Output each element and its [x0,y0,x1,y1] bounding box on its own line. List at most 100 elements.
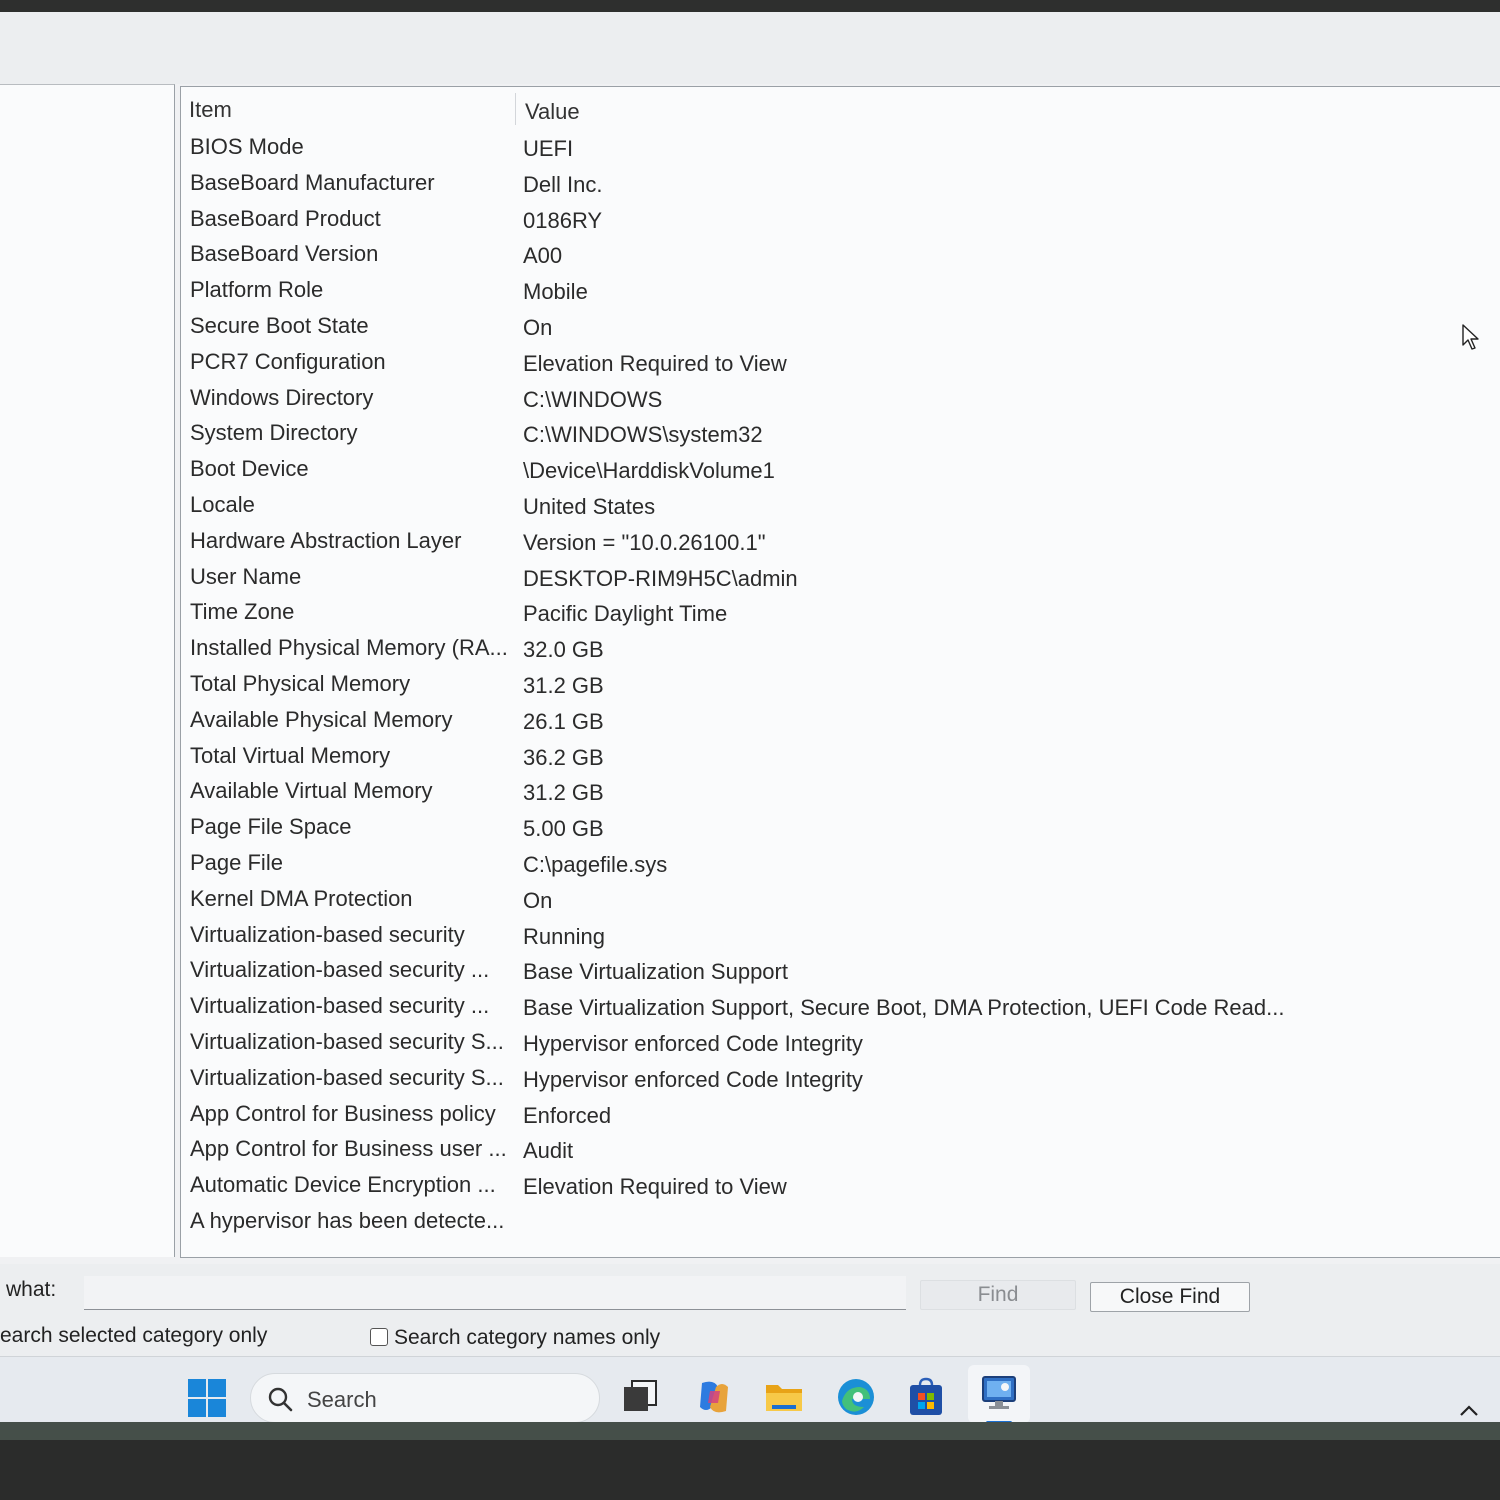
file-explorer-icon[interactable] [764,1377,804,1417]
column-header-item[interactable]: Item [189,97,232,123]
table-row[interactable]: Virtualization-based security ... Base Vi… [181,988,1500,1024]
row-value-cell: \Device\HarddiskVolume1 [523,458,775,484]
taskbar-search-box[interactable]: Search [250,1373,600,1422]
table-row[interactable]: App Control for Business policy Enforced [181,1096,1500,1132]
row-item-cell: PCR7 Configuration [190,348,386,374]
table-row[interactable]: PCR7 Configuration Elevation Required to … [181,344,1500,380]
row-item-cell: Kernel DMA Protection [190,885,413,911]
table-row[interactable]: Secure Boot State On [181,308,1500,344]
search-category-names-option[interactable]: Search category names only [370,1326,660,1350]
windows-start-icon[interactable] [188,1379,226,1417]
row-item-cell: Virtualization-based security [190,921,465,947]
table-row[interactable]: Locale United States [181,487,1500,523]
table-row[interactable]: App Control for Business user ... Audit [181,1131,1500,1167]
row-value-cell: Elevation Required to View [523,1174,787,1200]
row-value-cell: 0186RY [523,207,603,233]
table-row[interactable]: Virtualization-based security S... Hyperv… [181,1024,1500,1060]
table-row[interactable]: System Directory C:\WINDOWS\system32 [181,415,1500,451]
search-selected-category-option[interactable]: earch selected category only [0,1324,267,1348]
table-row[interactable]: BaseBoard Manufacturer Dell Inc. [181,165,1500,201]
column-header-value[interactable]: Value [525,99,580,125]
row-item-cell: BaseBoard Manufacturer [190,169,435,195]
find-button[interactable]: Find [920,1280,1076,1310]
store-icon[interactable] [906,1377,946,1417]
row-item-cell: Available Virtual Memory [190,778,433,804]
row-value-cell: 32.0 GB [523,637,604,663]
copilot-icon[interactable] [694,1377,734,1417]
chevron-up-icon[interactable] [1458,1403,1480,1417]
system-information-taskbar-button[interactable] [968,1365,1030,1422]
find-what-input[interactable] [84,1276,906,1310]
table-row[interactable]: Installed Physical Memory (RA... 32.0 GB [181,630,1500,666]
taskbar-search-label: Search [307,1387,377,1412]
monitor-bezel-top [0,0,1500,12]
list-rows: BIOS Mode UEFI BaseBoard Manufacturer Dell … [181,129,1500,1239]
table-row[interactable]: Windows Directory C:\WINDOWS [181,380,1500,416]
table-row[interactable]: Boot Device \Device\HarddiskVolume1 [181,451,1500,487]
row-item-cell: Windows Directory [190,384,374,410]
row-value-cell: UEFI [523,136,574,161]
row-item-cell: Virtualization-based security ... [190,993,490,1019]
row-item-cell: App Control for Business policy [190,1100,496,1126]
row-item-cell: Total Physical Memory [190,670,411,696]
table-row[interactable]: Automatic Device Encryption ... Elevation… [181,1167,1500,1203]
row-item-cell: Virtualization-based security ... [190,957,490,983]
table-row[interactable]: Page File Space 5.00 GB [181,809,1500,845]
row-item-cell: User Name [190,563,302,589]
window-top-area [0,12,1500,84]
search-category-names-checkbox[interactable] [370,1328,388,1346]
table-row[interactable]: Virtualization-based security ... Base Vi… [181,952,1500,988]
row-item-cell: Available Physical Memory [190,706,453,732]
table-row[interactable]: Total Virtual Memory 36.2 GB [181,738,1500,774]
table-row[interactable]: Available Virtual Memory 31.2 GB [181,773,1500,809]
table-row[interactable]: Virtualization-based security Running [181,917,1500,953]
row-value-cell: Enforced [523,1102,612,1128]
category-tree-pane[interactable] [0,84,175,1257]
close-find-button[interactable]: Close Find [1090,1282,1250,1312]
taskbar: Search [0,1356,1500,1422]
monitor-bezel-edge [0,1422,1500,1440]
screen: Item Value BIOS Mode UEFI BaseBoard Manufa… [0,12,1500,1422]
table-row[interactable]: A hypervisor has been detecte... [181,1203,1500,1239]
table-row[interactable]: Total Physical Memory 31.2 GB [181,666,1500,702]
table-row[interactable]: BaseBoard Version A00 [181,236,1500,272]
row-item-cell: Automatic Device Encryption ... [190,1172,496,1198]
row-value-cell: A00 [523,243,563,269]
table-row[interactable]: Platform Role Mobile [181,272,1500,308]
edge-icon[interactable] [836,1377,876,1417]
table-row[interactable]: Hardware Abstraction Layer Version = "10.… [181,523,1500,559]
row-value-cell: DESKTOP-RIM9H5C\admin [523,565,798,591]
row-value-cell: Elevation Required to View [523,350,787,376]
table-row[interactable]: Available Physical Memory 26.1 GB [181,702,1500,738]
table-row[interactable]: Page File C:\pagefile.sys [181,845,1500,881]
table-row[interactable]: Virtualization-based security S... Hyperv… [181,1060,1500,1096]
row-item-cell: Hardware Abstraction Layer [190,527,462,553]
task-view-icon[interactable] [620,1377,660,1417]
row-item-cell: BaseBoard Version [190,241,379,267]
row-item-cell: App Control for Business user ... [190,1136,507,1162]
table-row[interactable]: Kernel DMA Protection On [181,881,1500,917]
row-item-cell: Virtualization-based security S... [190,1064,504,1090]
table-row[interactable]: BIOS Mode UEFI [181,129,1500,165]
row-value-cell: Pacific Daylight Time [523,601,728,627]
row-item-cell: A hypervisor has been detecte... [190,1207,505,1233]
row-value-cell: Running [523,923,605,949]
row-item-cell: Page File [190,849,283,875]
row-value-cell: C:\pagefile.sys [523,851,668,877]
table-row[interactable]: BaseBoard Product 0186RY [181,201,1500,237]
row-item-cell: System Directory [190,420,358,446]
row-value-cell: On [523,314,553,340]
table-row[interactable]: Time Zone Pacific Daylight Time [181,594,1500,630]
search-category-names-label: Search category names only [394,1326,661,1349]
row-value-cell: Base Virtualization Support, Secure Boot… [523,995,1285,1021]
table-row[interactable]: User Name DESKTOP-RIM9H5C\admin [181,559,1500,595]
row-item-cell: Virtualization-based security S... [190,1028,504,1054]
row-value-cell: Hypervisor enforced Code Integrity [523,1066,863,1092]
row-value-cell: Audit [523,1138,574,1164]
column-separator[interactable] [515,93,516,125]
row-value-cell: Version = "10.0.26100.1" [523,529,766,555]
row-item-cell: BaseBoard Product [190,205,381,231]
row-item-cell: Page File Space [190,814,352,840]
row-item-cell: Boot Device [190,456,309,482]
system-summary-list[interactable]: Item Value BIOS Mode UEFI BaseBoard Manufa… [180,86,1500,1258]
